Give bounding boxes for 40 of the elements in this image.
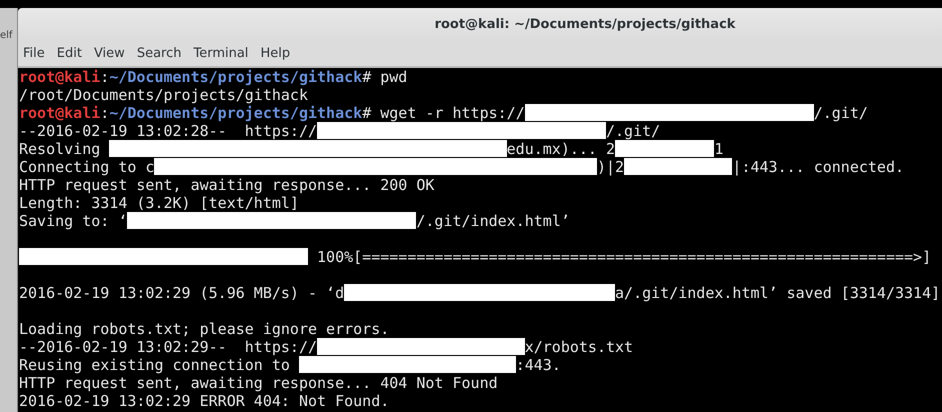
terminal-text: # wget -r https:// [362,104,525,122]
terminal-text: Saving to: ‘ [19,212,128,230]
terminal-text: x/robots.txt [524,338,634,356]
terminal-text: # pwd [362,68,408,86]
prompt-user: root@kali [19,104,100,122]
terminal-text: |:443... connected. [732,158,904,176]
terminal-text: 1 [714,140,724,158]
window-title: root@kali: ~/Documents/projects/githack [434,16,736,32]
terminal-text: Length: 3314 (3.2K) [text/html] [19,194,299,212]
terminal-text: edu.mx)... 2 [506,140,616,158]
terminal-text: /.git/ [814,104,868,122]
terminal-text: 2016-02-19 13:02:29 ERROR 404: Not Found. [19,392,390,410]
terminal-text: a/.git/index.html’ saved [3314/3314] [615,284,940,302]
terminal-text: /.git/index.html’ [416,212,570,230]
terminal-text: --2016-02-19 13:02:28-- https:// [19,122,318,140]
terminal-text: Loading robots.txt; please ignore errors. [19,320,390,338]
prompt-path: ~/Documents/projects/githack [109,68,362,86]
terminal-text: 2016-02-19 13:02:29 (5.96 MB/s) - ‘d [19,284,344,302]
terminal-text: HTTP request sent, awaiting response... 200 OK [19,176,434,194]
prompt-user: root@kali [19,68,100,86]
prompt-path: ~/Documents/projects/githack [109,104,362,122]
terminal-text: Resolving [19,140,102,158]
terminal-text: )|2 [596,158,624,176]
menu-item[interactable]: View [94,46,131,60]
terminal-text: 100%[=============================================================>] [316,248,932,266]
terminal-text: : [100,104,110,122]
background-window-text: elf [0,30,12,41]
menu-item[interactable]: Help [260,46,296,60]
menu-item[interactable]: File [23,46,51,60]
terminal-text: Connecting to c [19,158,154,176]
terminal-text: :443. [516,356,561,374]
terminal-text: /.git/ [606,122,660,140]
terminal-text: Reusing existing connection to [19,356,291,374]
terminal-text: : [100,68,110,86]
terminal-text: /root/Documents/projects/githack [19,86,308,104]
terminal-text: --2016-02-19 13:02:29-- https:// [19,338,318,356]
menu-item[interactable]: Terminal [193,46,254,60]
menu-item[interactable]: Search [136,46,188,60]
menu-item[interactable]: Edit [56,46,88,60]
terminal-text: HTTP request sent, awaiting response... 404 Not Found [19,374,498,392]
